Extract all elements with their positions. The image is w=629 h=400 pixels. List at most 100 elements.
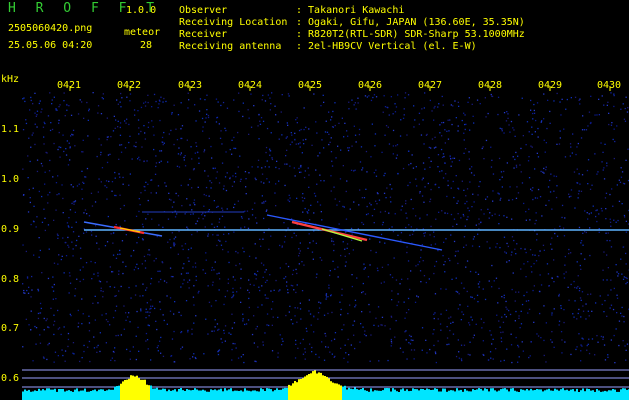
- histogram-bar: [146, 384, 148, 400]
- histogram-bar: [558, 390, 560, 400]
- histogram-bar: [536, 389, 538, 400]
- histogram-bar: [226, 390, 228, 400]
- histogram-bar: [434, 388, 436, 400]
- histogram-bar: [326, 376, 328, 400]
- histogram-bar: [124, 380, 126, 400]
- histogram-bar: [608, 390, 610, 400]
- histogram-bar: [498, 390, 500, 400]
- capture-datetime: 25.05.06 04:20: [8, 40, 93, 51]
- histogram-bar: [24, 389, 26, 400]
- histogram-bar: [276, 388, 278, 400]
- histogram-bar: [280, 389, 282, 400]
- histogram-bar: [474, 390, 476, 400]
- histogram-bar: [144, 379, 146, 400]
- histogram-bar: [588, 389, 590, 400]
- histogram-bar: [510, 388, 512, 400]
- histogram-bar: [222, 391, 224, 400]
- histogram-bar: [360, 389, 362, 400]
- histogram-bar: [48, 388, 50, 400]
- histogram-bar: [318, 372, 320, 400]
- histogram-bar: [94, 389, 96, 400]
- histogram-bar: [352, 389, 354, 400]
- histogram-bar: [120, 383, 122, 400]
- histogram-bar: [332, 382, 334, 400]
- info-value-location: : Ogaki, Gifu, JAPAN (136.60E, 35.35N): [296, 17, 525, 28]
- histogram-bar: [522, 389, 524, 400]
- histogram-bar: [270, 389, 272, 400]
- histogram-bar: [304, 376, 306, 400]
- histogram-bar: [46, 388, 48, 400]
- histogram-bar: [436, 388, 438, 400]
- histogram-bar: [112, 389, 114, 400]
- histogram-bar: [178, 389, 180, 400]
- histogram-bar: [370, 388, 372, 400]
- histogram-bar: [354, 387, 356, 400]
- histogram-bar: [170, 390, 172, 400]
- histogram-bar: [72, 391, 74, 400]
- histogram-bar: [84, 388, 86, 400]
- histogram-bar: [42, 389, 44, 400]
- histogram-bar: [284, 387, 286, 400]
- histogram-bar: [138, 378, 140, 400]
- histogram-bar: [110, 389, 112, 400]
- histogram-bar: [282, 388, 284, 400]
- histogram-bar: [418, 390, 420, 400]
- histogram-bar: [258, 391, 260, 400]
- histogram-bar: [594, 391, 596, 400]
- histogram-bar: [266, 388, 268, 400]
- histogram-bar: [372, 391, 374, 400]
- histogram-bar: [508, 391, 510, 400]
- histogram-bar: [274, 390, 276, 400]
- histogram-bar: [80, 390, 82, 400]
- histogram-bar: [122, 381, 124, 400]
- histogram-bar: [292, 383, 294, 400]
- histogram-bar: [98, 389, 100, 400]
- histogram-bar: [206, 391, 208, 400]
- histogram-bar: [550, 390, 552, 400]
- histogram-bar: [182, 390, 184, 400]
- histogram-bar: [176, 391, 178, 400]
- histogram-bar: [470, 391, 472, 400]
- histogram-bar: [238, 391, 240, 400]
- histogram-bar: [534, 390, 536, 400]
- histogram-bar: [26, 390, 28, 400]
- histogram-bar: [82, 390, 84, 400]
- histogram-bar: [168, 389, 170, 400]
- info-value-antenna: : 2el-HB9CV Vertical (el. E-W): [296, 41, 477, 52]
- histogram-bar: [412, 388, 414, 400]
- histogram-bar: [76, 388, 78, 400]
- histogram-bar: [514, 390, 516, 400]
- histogram-bar: [492, 388, 494, 400]
- histogram-bar: [586, 388, 588, 400]
- histogram-bar: [196, 389, 198, 400]
- histogram-bar: [298, 379, 300, 400]
- histogram-bar: [566, 389, 568, 400]
- histogram-bar: [198, 390, 200, 400]
- histogram-bar: [440, 391, 442, 400]
- histogram-bar: [38, 388, 40, 400]
- histogram-bar: [224, 388, 226, 400]
- histogram-bar: [444, 388, 446, 400]
- histogram-bar: [380, 390, 382, 400]
- histogram-bar: [106, 390, 108, 400]
- histogram-bar: [456, 388, 458, 400]
- histogram-bar: [614, 389, 616, 400]
- histogram-bar: [30, 391, 32, 400]
- histogram-bar: [136, 375, 138, 400]
- histogram-bar: [392, 388, 394, 400]
- histogram-bar: [28, 389, 30, 400]
- histogram-bar: [36, 391, 38, 400]
- histogram-bar: [450, 390, 452, 400]
- histogram-bar: [624, 388, 626, 400]
- histogram-bar: [626, 389, 628, 400]
- histogram-bar: [334, 383, 336, 400]
- histogram-bar: [104, 391, 106, 400]
- histogram-bar: [438, 391, 440, 400]
- echo-trail-2: [266, 214, 443, 251]
- histogram-bar: [512, 388, 514, 400]
- meteor-label: meteor: [124, 27, 161, 38]
- histogram-bar: [464, 389, 466, 400]
- power-histogram: [22, 370, 629, 400]
- histogram-bar: [366, 390, 368, 400]
- histogram-bar: [228, 389, 230, 400]
